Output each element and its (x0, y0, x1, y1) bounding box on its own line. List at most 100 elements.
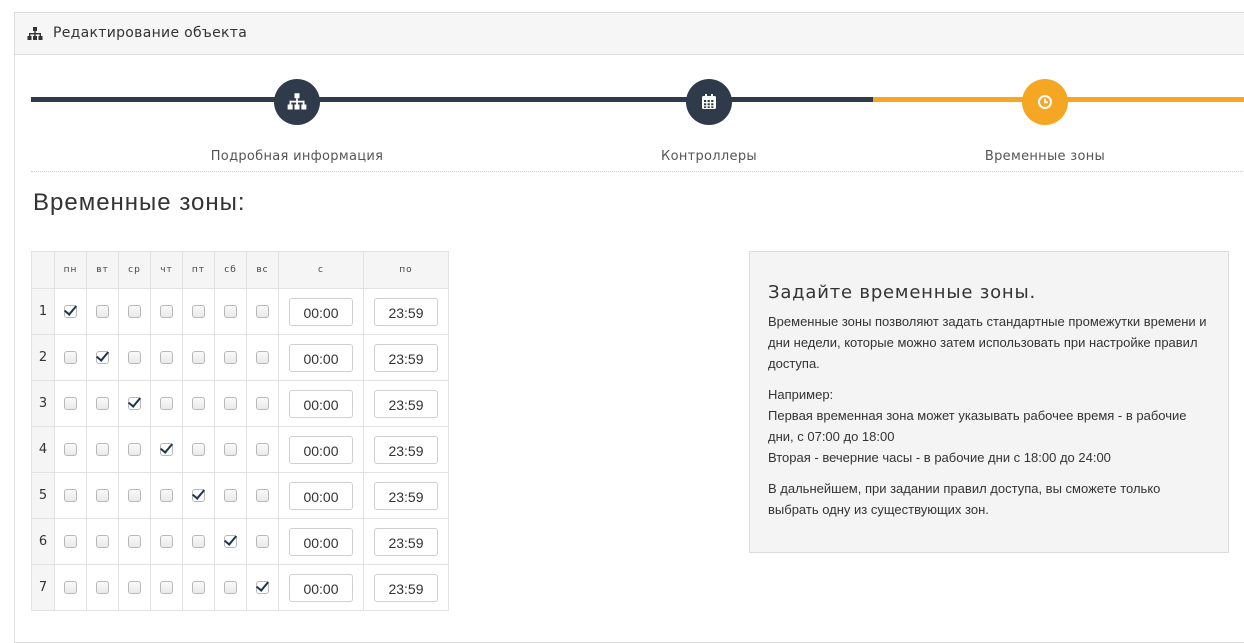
day-cell (86, 426, 119, 473)
checkbox-sat[interactable] (224, 489, 237, 502)
table-row: 1 00:00 23:59 (31, 288, 449, 335)
day-cell (118, 334, 151, 381)
time-from-input[interactable]: 00:00 (289, 297, 353, 326)
checkbox-tue[interactable] (96, 489, 109, 502)
checkbox-sat[interactable] (224, 443, 237, 456)
checkbox-thu[interactable] (160, 397, 173, 410)
header-wed: ср (118, 251, 151, 289)
checkbox-fri[interactable] (192, 351, 205, 364)
time-from-input[interactable]: 00:00 (289, 481, 353, 510)
checkbox-thu[interactable] (160, 581, 173, 594)
table-row: 6 00:00 23:59 (31, 518, 449, 565)
checkbox-sat[interactable] (224, 535, 237, 548)
time-from-input[interactable]: 00:00 (289, 343, 353, 372)
checkbox-wed[interactable] (128, 351, 141, 364)
step-controllers-button[interactable] (686, 79, 732, 125)
row-number: 5 (31, 472, 55, 519)
checkbox-sat[interactable] (224, 581, 237, 594)
step-label-details[interactable]: Подробная информация (167, 149, 427, 164)
step-label-controllers[interactable]: Контроллеры (579, 149, 839, 164)
checkbox-sat[interactable] (224, 397, 237, 410)
checkbox-wed[interactable] (128, 581, 141, 594)
checkbox-sun[interactable] (256, 581, 269, 594)
checkbox-fri[interactable] (192, 305, 205, 318)
checkbox-tue[interactable] (96, 443, 109, 456)
day-cell (182, 564, 215, 611)
day-cell (214, 288, 247, 335)
table-row: 7 00:00 23:59 (31, 564, 449, 611)
checkbox-wed[interactable] (128, 305, 141, 318)
checkbox-thu[interactable] (160, 443, 173, 456)
checkbox-tue[interactable] (96, 581, 109, 594)
checkbox-sun[interactable] (256, 305, 269, 318)
checkbox-mon[interactable] (64, 535, 77, 548)
time-cell: 23:59 (363, 472, 449, 519)
table-row: 5 00:00 23:59 (31, 472, 449, 519)
checkbox-wed[interactable] (128, 535, 141, 548)
time-cell: 00:00 (278, 472, 364, 519)
checkbox-mon[interactable] (64, 351, 77, 364)
checkbox-wed[interactable] (128, 397, 141, 410)
step-details-button[interactable] (274, 79, 320, 125)
time-to-input[interactable]: 23:59 (374, 435, 438, 464)
checkbox-sun[interactable] (256, 443, 269, 456)
checkbox-mon[interactable] (64, 489, 77, 502)
time-to-input[interactable]: 23:59 (374, 527, 438, 556)
checkbox-fri[interactable] (192, 535, 205, 548)
checkbox-mon[interactable] (64, 397, 77, 410)
checkbox-thu[interactable] (160, 489, 173, 502)
checkbox-tue[interactable] (96, 397, 109, 410)
checkbox-fri[interactable] (192, 443, 205, 456)
checkbox-tue[interactable] (96, 351, 109, 364)
day-cell (118, 564, 151, 611)
checkbox-wed[interactable] (128, 489, 141, 502)
day-cell (118, 380, 151, 427)
checkbox-mon[interactable] (64, 443, 77, 456)
checkbox-fri[interactable] (192, 581, 205, 594)
table-row: 4 00:00 23:59 (31, 426, 449, 473)
step-label-timezones[interactable]: Временные зоны (915, 149, 1175, 164)
day-cell (118, 288, 151, 335)
help-example-1: Первая временная зона может указывать ра… (768, 408, 1187, 444)
day-cell (246, 334, 279, 381)
time-to-input[interactable]: 23:59 (374, 297, 438, 326)
checkbox-thu[interactable] (160, 351, 173, 364)
time-to-input[interactable]: 23:59 (374, 343, 438, 372)
time-from-input[interactable]: 00:00 (289, 573, 353, 602)
checkbox-tue[interactable] (96, 305, 109, 318)
checkbox-sun[interactable] (256, 351, 269, 364)
checkbox-sun[interactable] (256, 535, 269, 548)
time-from-input[interactable]: 00:00 (289, 527, 353, 556)
checkbox-wed[interactable] (128, 443, 141, 456)
help-panel: Задайте временные зоны. Временные зоны п… (749, 251, 1229, 553)
checkbox-fri[interactable] (192, 397, 205, 410)
time-to-input[interactable]: 23:59 (374, 573, 438, 602)
day-cell (246, 426, 279, 473)
time-to-input[interactable]: 23:59 (374, 481, 438, 510)
header-sat: сб (214, 251, 247, 289)
day-cell (182, 518, 215, 565)
day-cell (54, 288, 87, 335)
table-row: 2 00:00 23:59 (31, 334, 449, 381)
checkbox-mon[interactable] (64, 305, 77, 318)
checkbox-thu[interactable] (160, 535, 173, 548)
day-cell (54, 564, 87, 611)
checkbox-sun[interactable] (256, 489, 269, 502)
checkbox-sat[interactable] (224, 305, 237, 318)
checkbox-fri[interactable] (192, 489, 205, 502)
checkbox-sun[interactable] (256, 397, 269, 410)
checkbox-thu[interactable] (160, 305, 173, 318)
time-from-input[interactable]: 00:00 (289, 389, 353, 418)
step-timezones-button[interactable] (1022, 79, 1068, 125)
day-cell (54, 426, 87, 473)
checkbox-sat[interactable] (224, 351, 237, 364)
time-from-input[interactable]: 00:00 (289, 435, 353, 464)
calendar-icon (702, 94, 716, 109)
time-to-input[interactable]: 23:59 (374, 389, 438, 418)
time-cell: 00:00 (278, 288, 364, 335)
day-cell (86, 518, 119, 565)
checkbox-tue[interactable] (96, 535, 109, 548)
header-to: по (363, 251, 449, 289)
checkbox-mon[interactable] (64, 581, 77, 594)
day-cell (150, 288, 183, 335)
